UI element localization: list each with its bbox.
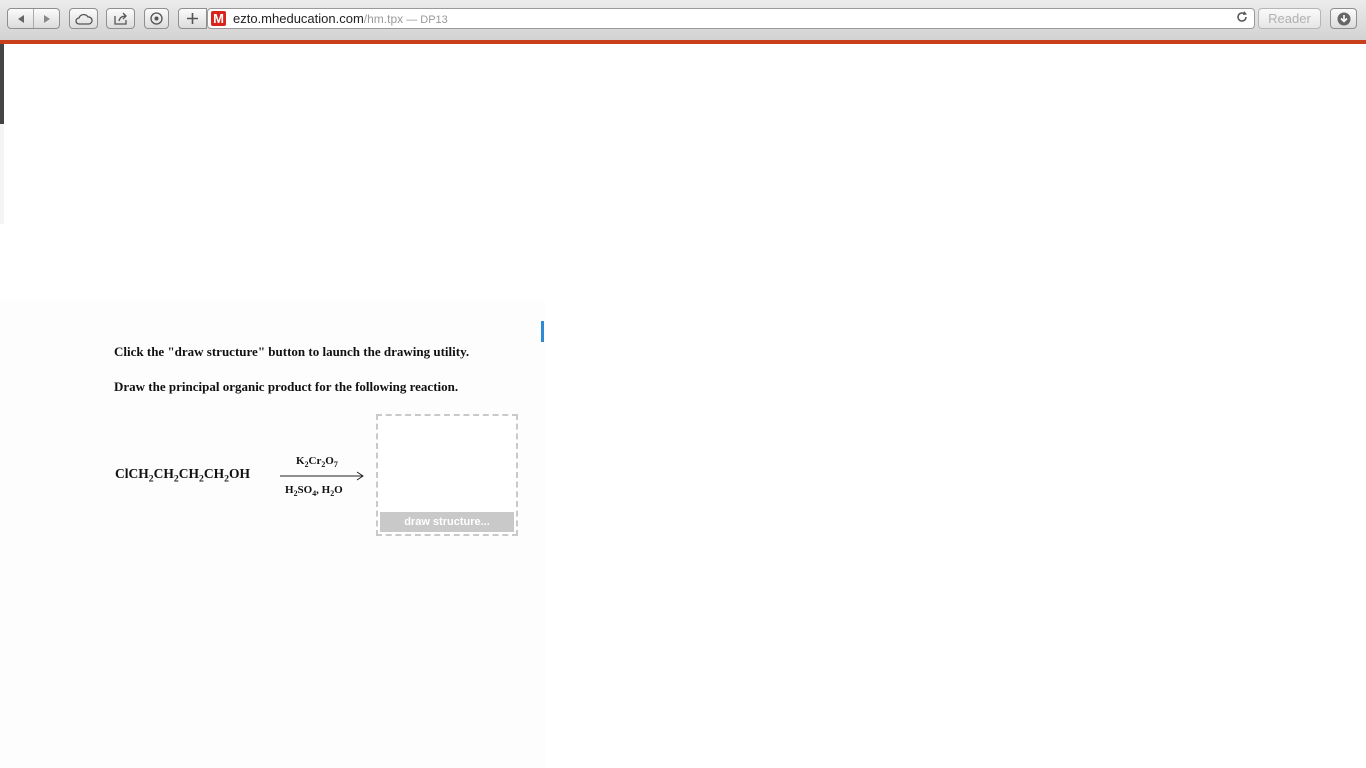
left-edge-bar <box>0 44 4 124</box>
reader-button[interactable]: Reader <box>1258 8 1321 29</box>
browser-toolbar: M ezto.mheducation.com/hm.tpx — DP13 Rea… <box>0 0 1366 41</box>
reload-icon <box>1237 11 1247 22</box>
share-icon <box>113 12 127 25</box>
icloud-tabs-button[interactable] <box>69 8 98 29</box>
structure-drawing-area[interactable]: draw structure... <box>376 414 518 536</box>
page-accent-bar <box>0 40 1366 44</box>
downloads-button[interactable] <box>1330 8 1357 29</box>
reagent-top: K2Cr2O7 <box>296 455 338 469</box>
reaction-arrow-icon <box>280 471 364 481</box>
plus-icon <box>187 13 198 24</box>
share-button[interactable] <box>106 8 135 29</box>
text-cursor <box>541 321 544 342</box>
page-title: DP13 <box>420 14 448 26</box>
top-sites-button[interactable] <box>144 8 169 29</box>
new-tab-button[interactable] <box>178 8 207 29</box>
draw-structure-button[interactable]: draw structure... <box>380 512 514 532</box>
forward-arrow-icon <box>43 14 50 23</box>
back-button[interactable] <box>8 9 34 28</box>
site-favicon: M <box>211 11 226 26</box>
back-forward-buttons <box>7 8 60 29</box>
instruction-text-2: Draw the principal organic product for t… <box>114 379 459 394</box>
forward-button[interactable] <box>34 9 59 28</box>
instruction-text-1: Click the "draw structure" button to lau… <box>114 344 470 359</box>
reactant-formula: ClCH2CH2CH2CH2OH <box>115 466 250 485</box>
top-sites-icon <box>150 12 163 25</box>
url-text: ezto.mheducation.com/hm.tpx — DP13 <box>233 11 448 28</box>
reagent-bottom: H2SO4, H2O <box>285 484 343 498</box>
left-edge-bar-lower <box>0 124 4 224</box>
reload-button[interactable] <box>1236 10 1248 26</box>
download-icon <box>1337 12 1350 25</box>
cloud-icon <box>74 13 93 25</box>
url-domain: ezto.mheducation.com <box>233 11 364 26</box>
url-path: /hm.tpx <box>363 12 404 26</box>
back-arrow-icon <box>17 14 24 23</box>
address-bar[interactable]: M ezto.mheducation.com/hm.tpx — DP13 <box>207 8 1255 29</box>
url-title-separator: — <box>403 14 421 26</box>
